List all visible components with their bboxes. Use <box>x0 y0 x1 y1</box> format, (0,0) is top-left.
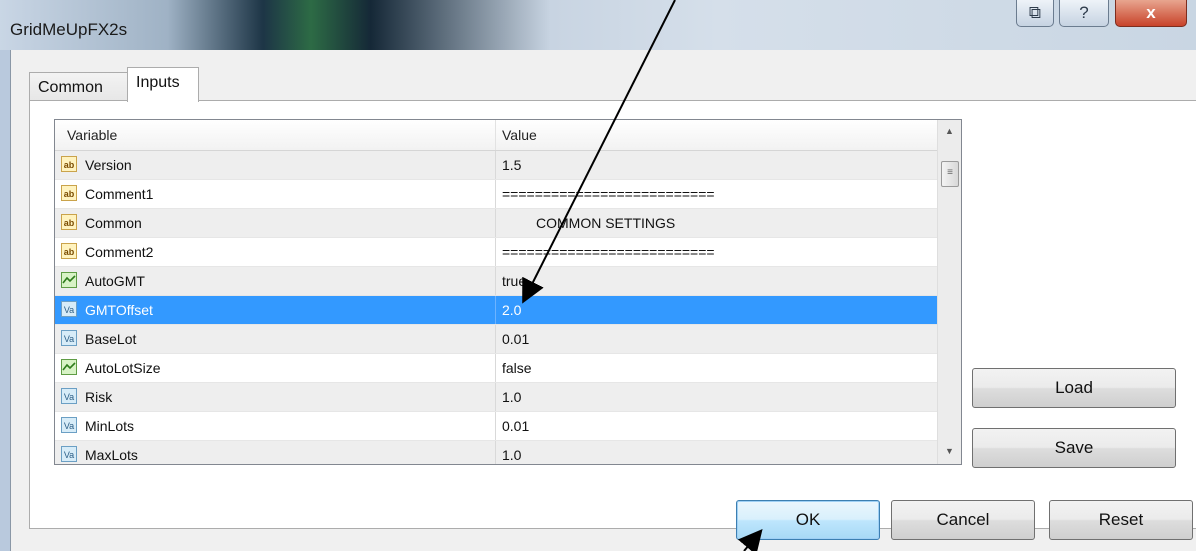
row-value-cell[interactable]: 1.0 <box>495 383 937 411</box>
number-icon: Va <box>61 301 77 317</box>
tab-common[interactable]: Common <box>29 72 133 102</box>
table-row[interactable]: ab Comment1 ========================== <box>55 180 937 209</box>
close-icon: x <box>1146 3 1156 22</box>
column-header-variable[interactable]: Variable <box>67 120 117 150</box>
scroll-thumb[interactable]: ≡ <box>941 161 959 187</box>
table-row[interactable]: AutoGMT true <box>55 267 937 296</box>
tab-inputs[interactable]: Inputs <box>127 67 199 102</box>
row-variable-name: AutoLotSize <box>85 360 161 376</box>
restore-icon: ⧉ <box>1028 3 1042 22</box>
row-variable-name: Comment2 <box>85 244 154 260</box>
tab-inputs-label: Inputs <box>136 74 180 91</box>
cancel-button-label: Cancel <box>936 510 990 529</box>
row-value-cell[interactable]: ========================== <box>495 238 937 266</box>
row-variable-name: AutoGMT <box>85 273 145 289</box>
restore-button[interactable]: ⧉ <box>1016 0 1054 27</box>
table-row[interactable]: ab Comment2 ========================== <box>55 238 937 267</box>
row-variable-name: MinLots <box>85 418 135 434</box>
grid-header: Variable Value <box>55 120 937 151</box>
number-icon: Va <box>61 388 77 404</box>
column-header-value[interactable]: Value <box>495 120 537 150</box>
boolean-icon <box>61 359 77 375</box>
save-button-label: Save <box>1054 438 1094 457</box>
row-value-cell[interactable]: true <box>495 267 937 295</box>
row-value-cell[interactable]: ========================== <box>495 180 937 208</box>
table-row[interactable]: Va MaxLots 1.0 <box>55 441 937 464</box>
close-button[interactable]: x <box>1115 0 1187 27</box>
title-bar[interactable]: GridMeUpFX2s ⧉ ? x <box>0 0 1196 50</box>
row-value-cell[interactable]: COMMON SETTINGS <box>495 209 937 237</box>
table-row[interactable]: Va MinLots 0.01 <box>55 412 937 441</box>
dialog-window: GridMeUpFX2s ⧉ ? x Common Inputs Variabl… <box>0 0 1196 551</box>
help-icon: ? <box>1079 3 1089 22</box>
table-row[interactable]: Va GMTOffset 2.0 <box>55 296 937 325</box>
table-row[interactable]: AutoLotSize false <box>55 354 937 383</box>
save-button[interactable]: Save <box>972 428 1176 468</box>
number-icon: Va <box>61 446 77 462</box>
window-title: GridMeUpFX2s <box>10 20 128 39</box>
load-button-label: Load <box>1055 378 1093 397</box>
row-value-cell[interactable]: false <box>495 354 937 382</box>
table-row[interactable]: Va Risk 1.0 <box>55 383 937 412</box>
ok-button-label: OK <box>795 510 821 529</box>
row-variable-name: BaseLot <box>85 331 137 347</box>
table-row[interactable]: Va BaseLot 0.01 <box>55 325 937 354</box>
row-variable-name: Comment1 <box>85 186 154 202</box>
reset-button-label: Reset <box>1098 510 1144 529</box>
row-variable-name: Version <box>85 157 132 173</box>
row-variable-name: MaxLots <box>85 447 138 463</box>
vertical-scrollbar[interactable]: ▲ ≡ ▼ <box>937 120 961 464</box>
number-icon: Va <box>61 417 77 433</box>
row-variable-name: GMTOffset <box>85 302 153 318</box>
ok-button[interactable]: OK <box>736 500 880 540</box>
scroll-up-icon[interactable]: ▲ <box>938 120 961 142</box>
scroll-down-icon[interactable]: ▼ <box>938 440 961 462</box>
reset-button[interactable]: Reset <box>1049 500 1193 540</box>
cancel-button[interactable]: Cancel <box>891 500 1035 540</box>
row-variable-name: Common <box>85 215 142 231</box>
boolean-icon <box>61 272 77 288</box>
tab-common-label: Common <box>38 79 103 96</box>
string-icon: ab <box>61 185 77 201</box>
row-value-cell[interactable]: 0.01 <box>495 412 937 440</box>
table-row[interactable]: ab Version 1.5 <box>55 151 937 180</box>
string-icon: ab <box>61 243 77 259</box>
load-button[interactable]: Load <box>972 368 1176 408</box>
string-icon: ab <box>61 156 77 172</box>
string-icon: ab <box>61 214 77 230</box>
row-value-cell[interactable]: 0.01 <box>495 325 937 353</box>
inputs-panel: Variable Value ab Version 1.5 ab Comment1 ===… <box>29 100 1196 529</box>
inputs-grid: Variable Value ab Version 1.5 ab Comment1 ===… <box>54 119 962 465</box>
dialog-client-area: Common Inputs Variable Value ab Version 1.… <box>10 50 1196 551</box>
number-icon: Va <box>61 330 77 346</box>
table-row[interactable]: ab Common COMMON SETTINGS <box>55 209 937 238</box>
row-value-cell[interactable]: 1.5 <box>495 151 937 179</box>
row-variable-name: Risk <box>85 389 113 405</box>
help-button[interactable]: ? <box>1059 0 1109 27</box>
row-value-cell[interactable]: 2.0 <box>495 296 937 324</box>
row-value-cell[interactable]: 1.0 <box>495 441 937 464</box>
